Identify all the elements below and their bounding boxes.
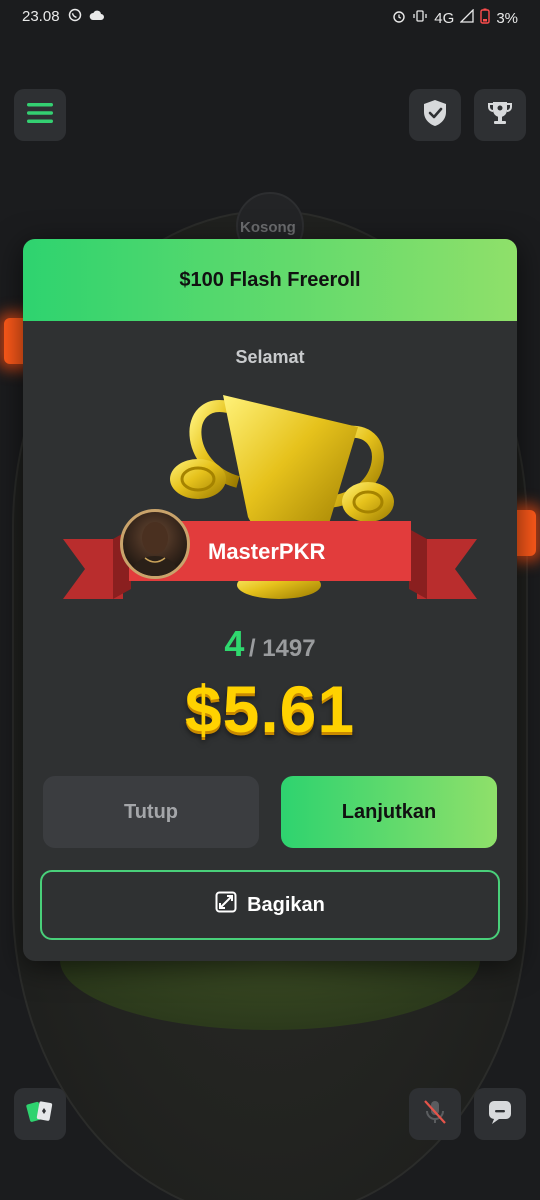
share-expand-icon	[215, 891, 237, 919]
menu-button[interactable]	[14, 89, 66, 141]
alarm-icon	[392, 9, 406, 27]
cards-icon	[25, 1099, 55, 1130]
chat-button[interactable]	[474, 1088, 526, 1140]
battery-percent: 3%	[496, 9, 518, 27]
mic-button[interactable]	[409, 1088, 461, 1140]
share-button[interactable]: Bagikan	[40, 870, 500, 940]
empty-seat-label: Kosong	[240, 219, 296, 236]
status-bar: 23.08 4G 3%	[0, 0, 540, 34]
mic-muted-icon	[422, 1098, 448, 1131]
vibrate-icon	[412, 9, 428, 27]
signal-icon	[459, 8, 474, 27]
battery-icon	[480, 8, 491, 28]
continue-button[interactable]: Lanjutkan	[281, 776, 497, 848]
tournament-title: $100 Flash Freeroll	[179, 268, 361, 291]
tournament-result-modal: $100 Flash Freeroll Selamat MasterPKR 4 …	[23, 239, 517, 961]
close-button[interactable]: Tutup	[43, 776, 259, 848]
trophy-icon	[486, 99, 514, 132]
rank-row: 4 / 1497	[23, 623, 517, 665]
status-right: 4G 3%	[392, 8, 518, 28]
prize-amount: $5.61	[184, 672, 356, 746]
share-label: Bagikan	[247, 893, 325, 916]
status-time: 23.08	[22, 8, 60, 25]
cloud-icon	[89, 8, 105, 25]
whatsapp-icon	[68, 8, 82, 26]
player-avatar	[120, 509, 190, 579]
poker-screen: 23.08 4G 3% Kosong $100 Flash Freeroll S…	[0, 0, 540, 1200]
shield-check-icon	[422, 99, 448, 132]
congrats-label: Selamat	[235, 347, 305, 367]
chat-icon	[487, 1099, 513, 1130]
security-button[interactable]	[409, 89, 461, 141]
cards-button[interactable]	[14, 1088, 66, 1140]
network-type: 4G	[434, 9, 455, 27]
total-players: / 1497	[248, 635, 316, 662]
finish-rank: 4	[224, 623, 245, 664]
modal-header: $100 Flash Freeroll	[23, 239, 517, 321]
leaderboard-button[interactable]	[474, 89, 526, 141]
player-name: MasterPKR	[208, 539, 326, 564]
menu-icon	[27, 102, 53, 129]
